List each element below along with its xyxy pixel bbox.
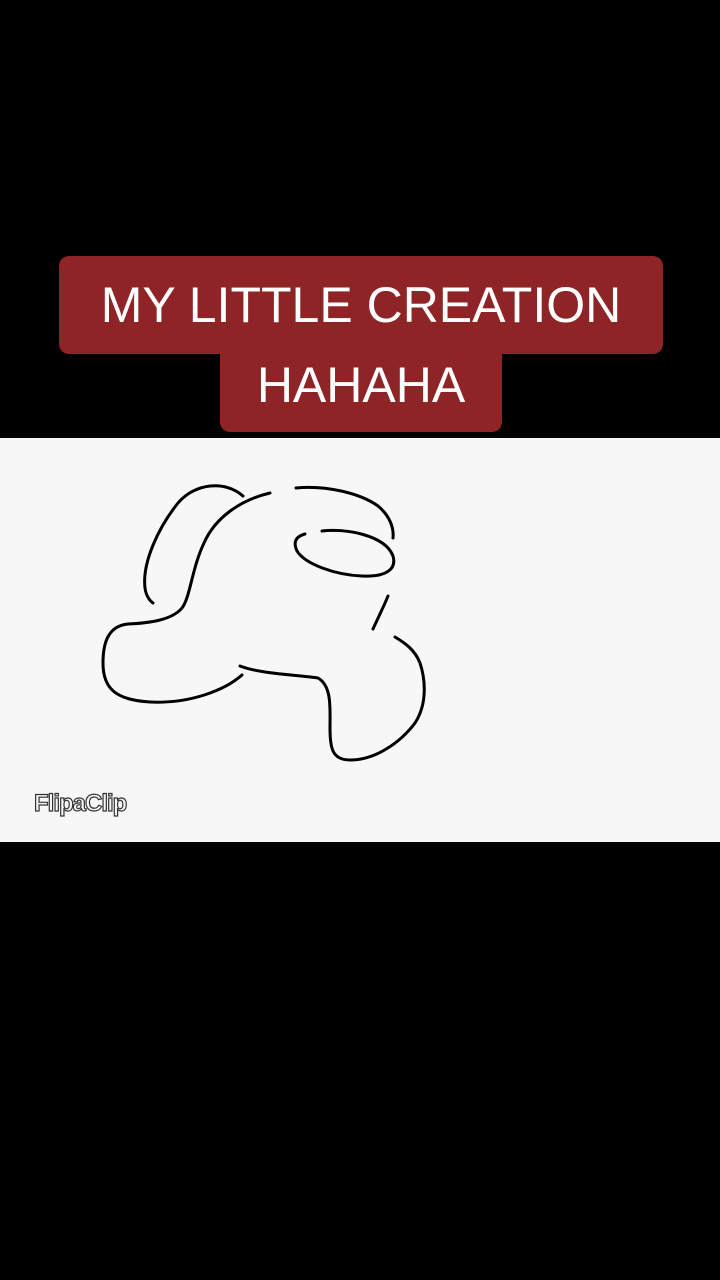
doodle-stroke-left-arc bbox=[143, 484, 245, 605]
video-frame: MY LITTLE CREATION HAHAHA FlipaClip bbox=[0, 0, 720, 1280]
drawing-canvas: FlipaClip bbox=[0, 438, 720, 842]
doodle-stroke-center-curve bbox=[101, 491, 272, 704]
flipaclip-watermark: FlipaClip bbox=[33, 789, 128, 817]
doodle-drawing bbox=[101, 484, 426, 762]
doodle-stroke-bottom-lobe bbox=[238, 635, 426, 762]
caption-line-2: HAHAHA bbox=[220, 338, 502, 432]
doodle-stroke-dash bbox=[371, 594, 390, 631]
doodle-stroke-oval bbox=[293, 528, 396, 578]
